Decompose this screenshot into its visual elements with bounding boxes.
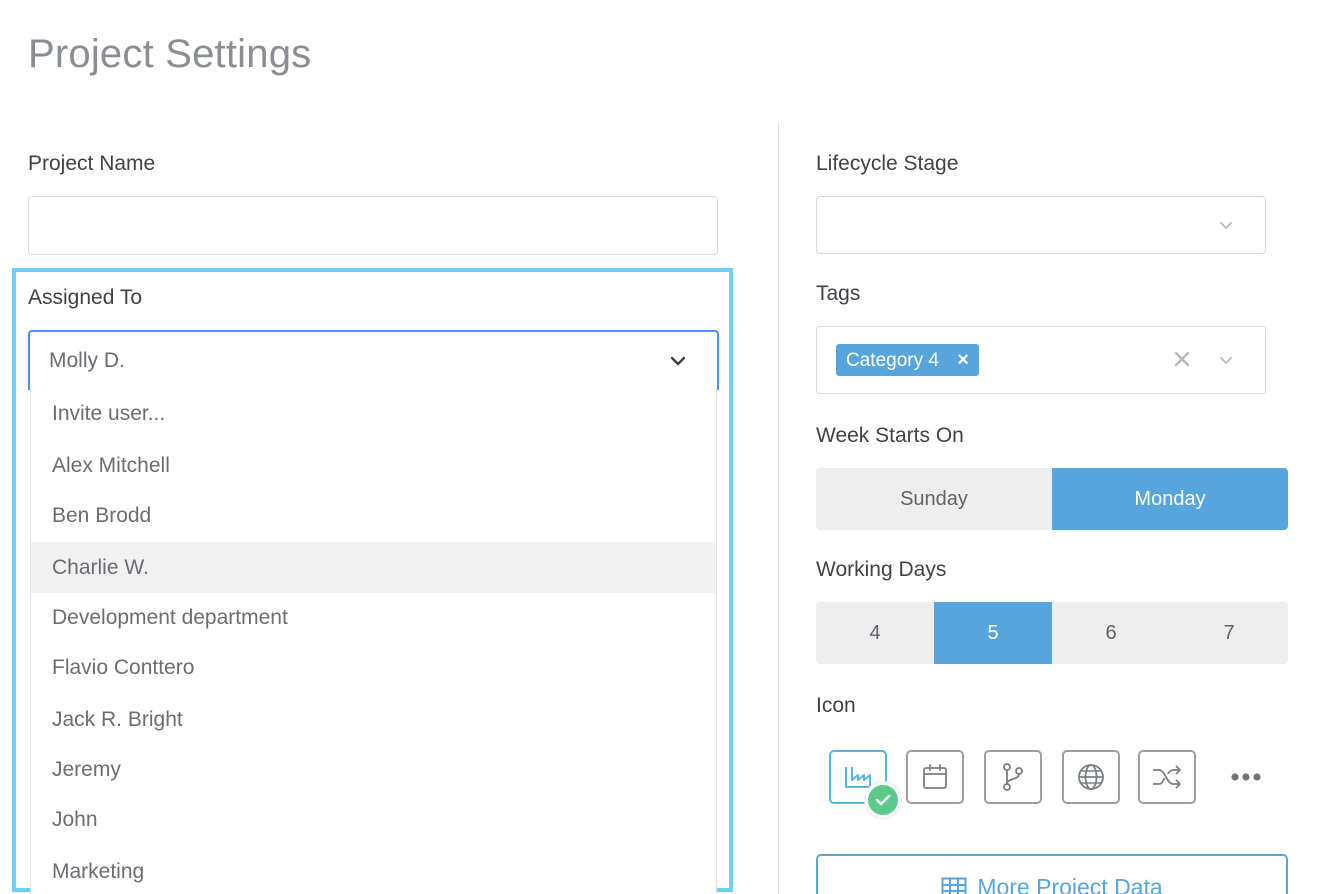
selected-check-icon xyxy=(865,782,901,818)
column-divider xyxy=(778,122,779,894)
dropdown-option-development-department[interactable]: Development department xyxy=(31,592,716,643)
factory-icon xyxy=(845,767,871,788)
calendar-icon xyxy=(923,764,947,789)
icon-label: Icon xyxy=(816,694,856,717)
page-title: Project Settings xyxy=(28,32,312,76)
icon-option-git-branch[interactable] xyxy=(984,750,1042,804)
globe-icon xyxy=(1078,764,1104,790)
working-days-option-7[interactable]: 7 xyxy=(1170,602,1288,664)
working-days-toggle: 4 5 6 7 xyxy=(816,602,1288,664)
week-starts-on-label: Week Starts On xyxy=(816,424,964,447)
git-branch-icon xyxy=(1003,763,1023,791)
clear-icon[interactable] xyxy=(1172,349,1192,369)
project-name-label: Project Name xyxy=(28,152,156,175)
working-days-option-4[interactable]: 4 xyxy=(816,602,934,664)
icon-option-globe[interactable] xyxy=(1062,750,1120,804)
assigned-to-label: Assigned To xyxy=(28,286,143,309)
lifecycle-stage-select[interactable] xyxy=(816,196,1266,254)
shuffle-icon xyxy=(1153,765,1181,789)
week-starts-on-toggle: Sunday Monday xyxy=(816,468,1288,530)
assigned-to-select[interactable]: Molly D. xyxy=(28,330,719,390)
icon-option-calendar[interactable] xyxy=(906,750,964,804)
dropdown-option-invite-user[interactable]: Invite user... xyxy=(31,388,716,439)
chevron-down-icon[interactable] xyxy=(669,352,687,370)
tag-remove-icon[interactable]: × xyxy=(957,344,969,376)
icon-option-shuffle[interactable] xyxy=(1138,750,1196,804)
dropdown-option-alex-mitchell[interactable]: Alex Mitchell xyxy=(31,440,716,491)
week-option-sunday[interactable]: Sunday xyxy=(816,468,1052,530)
dropdown-option-charlie-w[interactable]: Charlie W. xyxy=(31,542,716,593)
more-project-data-button[interactable]: More Project Data xyxy=(816,854,1288,894)
dropdown-option-flavio-conttero[interactable]: Flavio Conttero xyxy=(31,642,716,693)
assigned-to-value: Molly D. xyxy=(49,349,125,372)
dropdown-option-jeremy[interactable]: Jeremy xyxy=(31,744,716,795)
more-icon[interactable] xyxy=(1226,762,1266,792)
week-option-monday[interactable]: Monday xyxy=(1052,468,1288,530)
dropdown-option-john[interactable]: John xyxy=(31,794,716,845)
tags-label: Tags xyxy=(816,282,861,305)
chevron-down-icon[interactable] xyxy=(1218,217,1234,233)
working-days-label: Working Days xyxy=(816,558,947,581)
assigned-to-dropdown: Invite user... Alex Mitchell Ben Brodd C… xyxy=(30,388,717,894)
working-days-option-5[interactable]: 5 xyxy=(934,602,1052,664)
tag-chip: Category 4 × xyxy=(836,344,979,376)
dropdown-option-ben-brodd[interactable]: Ben Brodd xyxy=(31,490,716,541)
tag-label: Category 4 xyxy=(846,350,939,371)
table-icon xyxy=(941,877,967,894)
lifecycle-stage-label: Lifecycle Stage xyxy=(816,152,959,175)
dropdown-option-marketing[interactable]: Marketing xyxy=(31,846,716,894)
dropdown-option-jack-r-bright[interactable]: Jack R. Bright xyxy=(31,694,716,745)
tags-select[interactable]: Category 4 × xyxy=(816,326,1266,394)
working-days-option-6[interactable]: 6 xyxy=(1052,602,1170,664)
project-name-input[interactable] xyxy=(28,196,718,255)
chevron-down-icon[interactable] xyxy=(1218,352,1234,368)
more-project-data-label: More Project Data xyxy=(977,874,1163,894)
